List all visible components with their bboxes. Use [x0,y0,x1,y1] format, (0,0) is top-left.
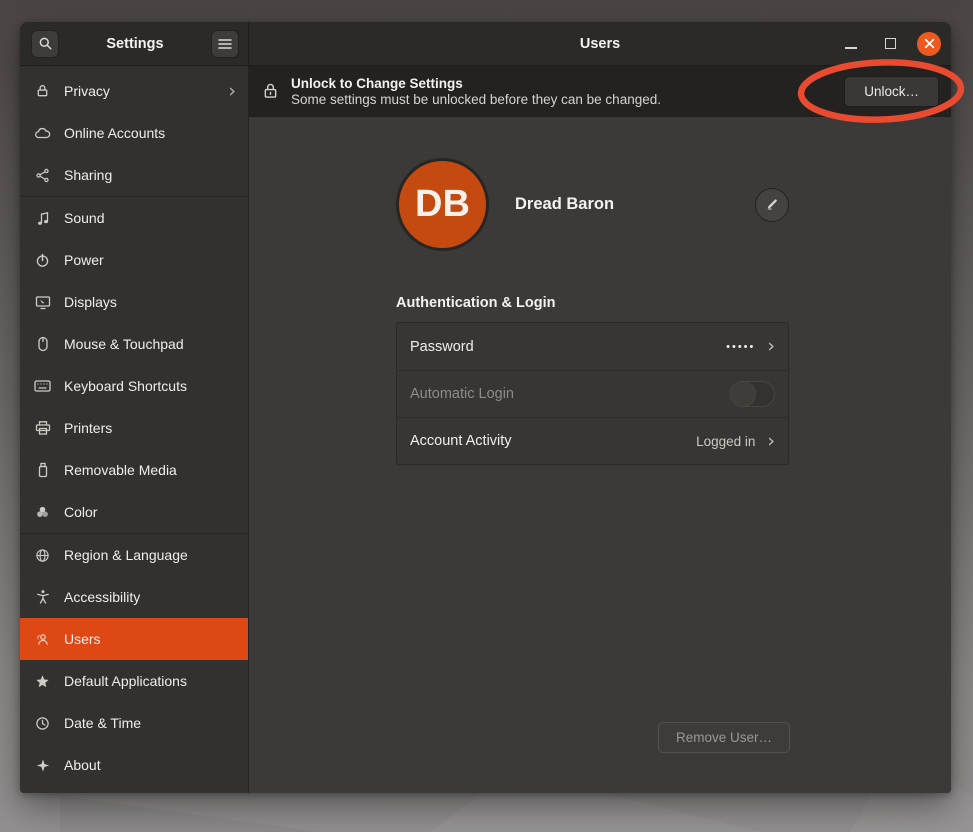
minimize-icon [845,47,857,49]
password-dots: ••••• [726,341,755,353]
sidebar-item-users[interactable]: Users [20,618,248,660]
chevron-right-icon: › [767,337,775,356]
sidebar-item-displays[interactable]: Displays [20,281,248,323]
star-icon [34,673,51,690]
usb-drive-icon [34,462,51,479]
sidebar-item-date-time[interactable]: Date & Time [20,702,248,744]
pencil-icon [765,198,779,212]
sidebar-item-removable-media[interactable]: Removable Media [20,449,248,491]
cloud-icon [34,125,51,142]
banner-title: Unlock to Change Settings [291,76,661,91]
sidebar-item-sound[interactable]: Sound [20,197,248,239]
sidebar-item-privacy[interactable]: Privacy › [20,70,248,112]
main-panel: Unlock to Change Settings Some settings … [249,66,951,793]
settings-window: Settings Users [20,22,951,793]
window-body: Privacy › Online Accounts Sharing Sound [20,66,951,793]
auth-settings-list: Password ••••• › Automatic Login Account… [396,322,789,465]
lock-icon [263,82,278,100]
maximize-button[interactable] [878,32,902,56]
music-note-icon [34,210,51,227]
titlebar: Settings Users [20,22,951,66]
clock-icon [34,715,51,732]
lock-icon [34,83,51,100]
sidebar-title: Settings [106,36,163,52]
close-button[interactable] [917,32,941,56]
sidebar-item-printers[interactable]: Printers [20,407,248,449]
password-row[interactable]: Password ••••• › [397,323,788,370]
accessibility-person-icon [34,589,51,606]
search-button[interactable] [31,30,59,58]
search-icon [38,36,53,51]
sidebar: Privacy › Online Accounts Sharing Sound [20,66,249,793]
user-silhouette-icon [34,631,51,648]
users-content: DB Dread Baron Authentication & Login [249,117,951,793]
keyboard-icon [34,378,51,395]
hamburger-menu-icon [218,38,232,50]
user-name: Dread Baron [515,195,614,214]
color-circles-icon [34,504,51,521]
unlock-banner: Unlock to Change Settings Some settings … [249,66,951,117]
sidebar-item-about[interactable]: About [20,744,248,786]
menu-button[interactable] [211,30,239,58]
sidebar-item-mouse-touchpad[interactable]: Mouse & Touchpad [20,323,248,365]
unlock-button[interactable]: Unlock… [844,76,939,107]
edit-name-button[interactable] [755,188,789,222]
chevron-right-icon: › [228,82,236,101]
sidebar-item-region-language[interactable]: Region & Language [20,534,248,576]
account-activity-value: Logged in [696,434,755,449]
sidebar-headerbar: Settings [20,22,249,65]
sidebar-item-online-accounts[interactable]: Online Accounts [20,112,248,154]
remove-user-button[interactable]: Remove User… [658,722,790,753]
sidebar-item-keyboard-shortcuts[interactable]: Keyboard Shortcuts [20,365,248,407]
window-controls [839,32,951,56]
mouse-icon [34,336,51,353]
sidebar-item-power[interactable]: Power [20,239,248,281]
chevron-right-icon: › [767,432,775,451]
profile-row: DB Dread Baron [396,158,789,251]
automatic-login-toggle[interactable] [730,381,775,407]
minimize-button[interactable] [839,32,863,56]
desktop-background: Settings Users [0,0,973,832]
printer-icon [34,420,51,437]
sidebar-item-accessibility[interactable]: Accessibility [20,576,248,618]
sidebar-item-color[interactable]: Color [20,491,248,533]
banner-text: Unlock to Change Settings Some settings … [291,76,661,107]
monitor-icon [34,294,51,311]
automatic-login-row: Automatic Login [397,370,788,417]
power-symbol-icon [34,252,51,269]
main-headerbar: Users [249,22,951,65]
sidebar-item-default-applications[interactable]: Default Applications [20,660,248,702]
account-activity-row[interactable]: Account Activity Logged in › [397,417,788,464]
share-nodes-icon [34,167,51,184]
sparkle-icon [34,757,51,774]
section-heading: Authentication & Login [396,295,789,311]
sidebar-item-sharing[interactable]: Sharing [20,154,248,196]
avatar: DB [396,158,489,251]
globe-icon [34,547,51,564]
banner-subtitle: Some settings must be unlocked before th… [291,92,661,107]
close-icon [924,38,935,49]
maximize-icon [885,38,896,49]
toggle-knob [730,381,756,407]
